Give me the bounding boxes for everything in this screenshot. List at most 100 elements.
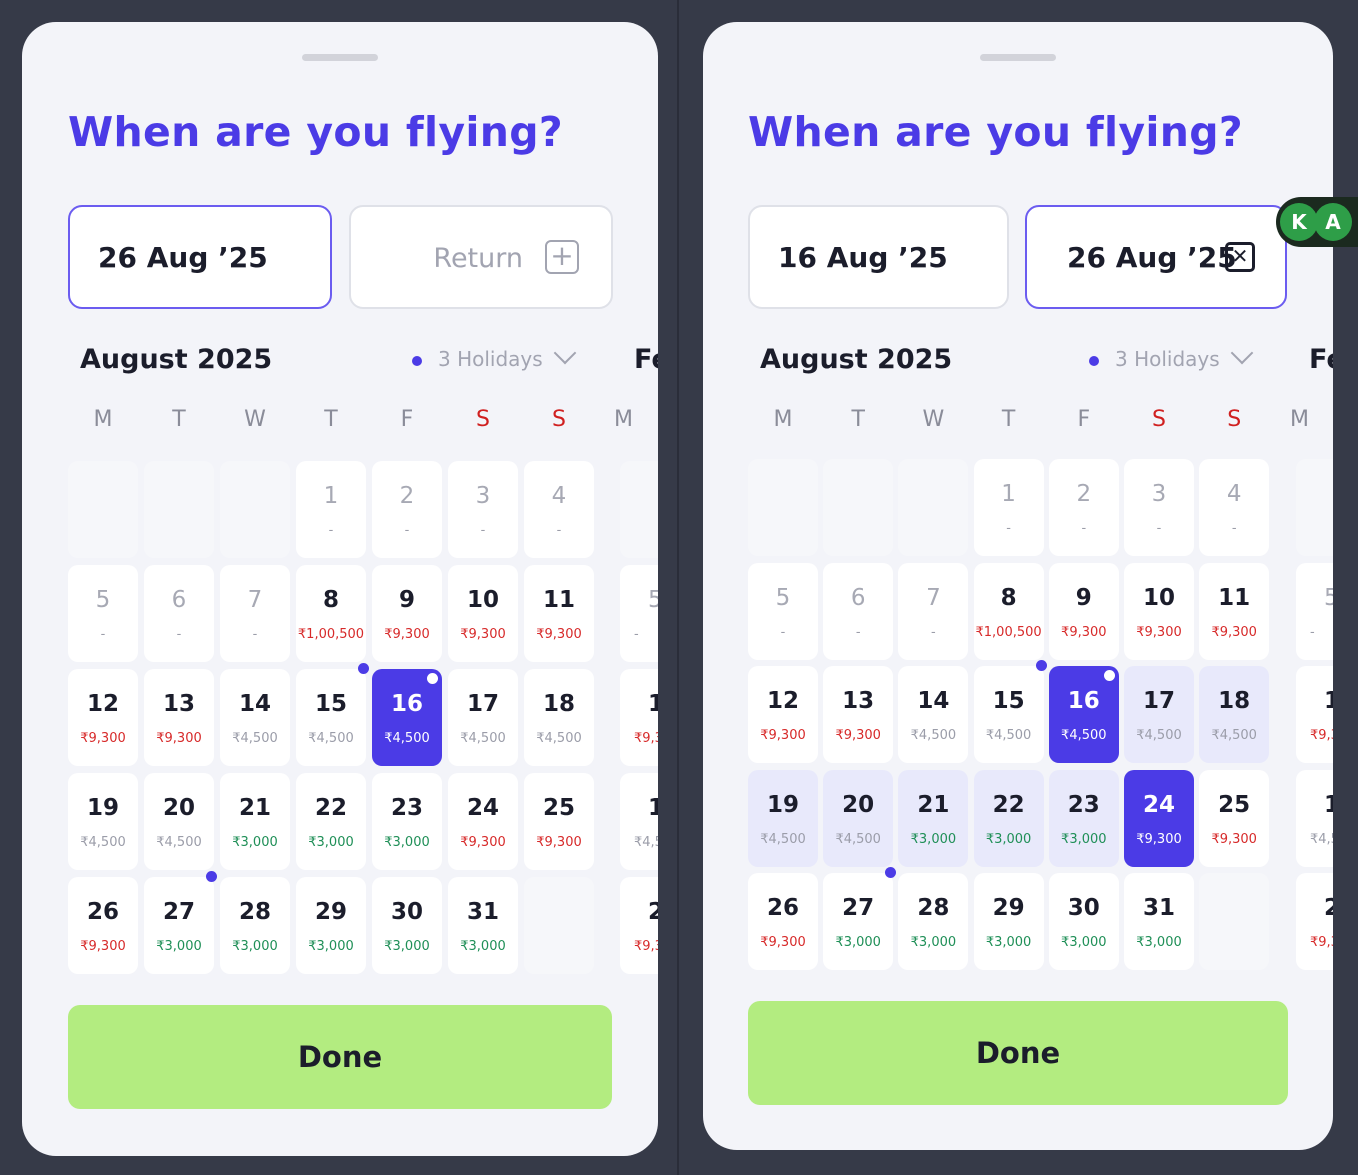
day-cell[interactable]: 12 ₹9,300: [748, 666, 818, 763]
day-number: 12: [86, 691, 119, 717]
day-cell[interactable]: 29 ₹3,000: [973, 873, 1044, 970]
done-button[interactable]: Done: [748, 1001, 1288, 1105]
day-cell[interactable]: 18 ₹4,500: [524, 669, 594, 766]
return-date-field[interactable]: 26 Aug ’25 ✕: [1025, 205, 1287, 309]
day-number: 24: [466, 795, 499, 821]
next-month-day-cell[interactable]: 12 ₹9,300: [1296, 666, 1333, 763]
day-cell[interactable]: 9 ₹9,300: [1048, 562, 1119, 660]
day-cell[interactable]: 30 ₹3,000: [1048, 873, 1119, 970]
day-cell[interactable]: 23 ₹3,000: [372, 773, 442, 870]
day-cell[interactable]: 31 ₹3,000: [448, 877, 518, 974]
day-price: ₹9,300: [634, 731, 658, 746]
day-cell: 2-: [1048, 459, 1119, 556]
day-price: -: [855, 624, 861, 640]
next-month-day-cell[interactable]: 26 ₹9,300: [620, 877, 658, 974]
day-cell[interactable]: 24 ₹9,300: [1124, 769, 1194, 867]
day-cell[interactable]: 31 ₹3,000: [1124, 873, 1194, 970]
day-cell[interactable]: 28 ₹3,000: [220, 877, 290, 974]
day-cell[interactable]: 12 ₹9,300: [68, 669, 138, 766]
drag-handle[interactable]: [980, 54, 1056, 61]
day-cell[interactable]: 16 ₹4,500: [1048, 666, 1119, 763]
next-month-day-cell[interactable]: 12 ₹9,300: [620, 669, 658, 766]
add-return-icon[interactable]: +: [545, 240, 579, 274]
chevron-down-icon: [1230, 341, 1254, 365]
day-cell: 3-: [448, 461, 518, 558]
day-number: 12: [648, 691, 658, 717]
avatar[interactable]: K: [1280, 203, 1318, 241]
depart-date-field[interactable]: 26 Aug ’25: [68, 205, 332, 309]
day-cell[interactable]: 20 ₹4,500: [823, 769, 894, 867]
day-cell[interactable]: 18 ₹4,500: [1199, 666, 1270, 763]
holidays-toggle[interactable]: 3 Holidays: [412, 341, 577, 371]
day-number: 4: [551, 483, 567, 509]
day-cell: 4-: [1199, 459, 1270, 556]
day-cell[interactable]: 22 ₹3,000: [973, 769, 1044, 867]
done-button[interactable]: Done: [68, 1005, 612, 1109]
day-number: 8: [1000, 584, 1017, 611]
next-month-day-cell[interactable]: 19 ₹4,500: [1296, 769, 1333, 867]
day-number: 23: [390, 795, 423, 821]
day-cell[interactable]: 15 ₹4,500: [973, 660, 1047, 763]
day-cell[interactable]: 17 ₹4,500: [1124, 666, 1194, 763]
day-number: 19: [648, 795, 658, 821]
return-label: Return: [433, 243, 523, 274]
day-cell[interactable]: 21 ₹3,000: [898, 769, 969, 867]
next-month-day-cell[interactable]: 26 ₹9,300: [1296, 873, 1333, 970]
day-cell[interactable]: 29 ₹3,000: [296, 877, 366, 974]
day-number: 14: [238, 691, 271, 717]
day-cell[interactable]: 8 ₹1,00,500: [296, 565, 366, 662]
day-cell[interactable]: 14 ₹4,500: [898, 666, 969, 763]
return-date-field[interactable]: Return +: [349, 205, 613, 309]
weekday-label: T: [172, 407, 186, 432]
day-cell[interactable]: 20 ₹4,500: [144, 773, 214, 870]
day-number: 5: [775, 584, 791, 611]
day-number: 19: [1324, 791, 1333, 818]
day-cell[interactable]: 25 ₹9,300: [1199, 769, 1270, 867]
next-month-day-cell: [1296, 459, 1333, 556]
day-cell[interactable]: 28 ₹3,000: [898, 873, 969, 970]
avatar[interactable]: A: [1314, 203, 1352, 241]
chevron-down-icon: [553, 341, 577, 365]
day-cell[interactable]: 17 ₹4,500: [448, 669, 518, 766]
next-month-day-cell[interactable]: 19 ₹4,500: [620, 773, 658, 870]
day-cell[interactable]: 10 ₹9,300: [448, 565, 518, 662]
day-cell[interactable]: 16 ₹4,500: [372, 669, 442, 766]
day-cell[interactable]: 22 ₹3,000: [296, 773, 366, 870]
day-price: ₹4,500: [308, 731, 354, 746]
day-price: ₹4,500: [232, 731, 278, 746]
depart-date-field[interactable]: 16 Aug ’25: [748, 205, 1009, 309]
drag-handle[interactable]: [302, 54, 378, 61]
day-cell[interactable]: 13 ₹9,300: [144, 669, 214, 766]
day-cell[interactable]: 8 ₹1,00,500: [973, 562, 1044, 660]
day-price: ₹4,500: [536, 731, 582, 746]
day-number: 17: [466, 691, 499, 717]
day-cell[interactable]: 11 ₹9,300: [524, 565, 594, 662]
day-number: 28: [238, 899, 271, 925]
day-cell[interactable]: 30 ₹3,000: [372, 877, 442, 974]
weekday-label: S: [1227, 407, 1242, 432]
day-price: -: [1231, 521, 1237, 536]
day-cell[interactable]: 11 ₹9,300: [1199, 562, 1270, 660]
day-cell[interactable]: 10 ₹9,300: [1124, 562, 1194, 660]
day-cell[interactable]: 24 ₹9,300: [448, 773, 518, 870]
day-cell[interactable]: 27 ₹3,000: [144, 871, 217, 974]
day-cell[interactable]: 15 ₹4,500: [296, 663, 369, 766]
day-cell[interactable]: 26 ₹9,300: [748, 873, 818, 970]
day-cell[interactable]: 19 ₹4,500: [68, 773, 138, 870]
day-cell[interactable]: 14 ₹4,500: [220, 669, 290, 766]
holidays-toggle[interactable]: 3 Holidays: [1089, 341, 1254, 371]
day-cell[interactable]: 26 ₹9,300: [68, 877, 138, 974]
day-cell[interactable]: 21 ₹3,000: [220, 773, 290, 870]
day-cell[interactable]: 25 ₹9,300: [524, 773, 594, 870]
day-cell[interactable]: 9 ₹9,300: [372, 565, 442, 662]
day-cell[interactable]: 19 ₹4,500: [748, 769, 818, 867]
day-price: ₹3,000: [384, 835, 430, 850]
day-price: ₹9,300: [460, 835, 506, 850]
day-cell[interactable]: 23 ₹3,000: [1048, 769, 1119, 867]
weekday-label: S: [476, 407, 490, 432]
day-cell[interactable]: 13 ₹9,300: [823, 666, 894, 763]
weekday-label: W: [244, 407, 266, 432]
clear-return-icon[interactable]: ✕: [1225, 242, 1255, 272]
weekday-label: T: [1001, 407, 1016, 432]
day-cell[interactable]: 27 ₹3,000: [823, 867, 897, 970]
